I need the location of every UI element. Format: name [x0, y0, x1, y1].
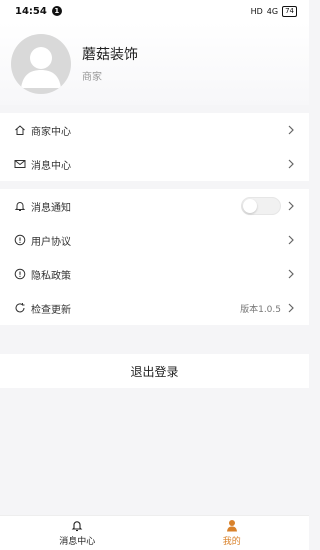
menu-item-label: 消息中心: [31, 160, 71, 172]
bell-icon: [14, 200, 26, 212]
menu-group-settings: 消息通知 用户协议 隐私政策 检查更新 版本1.0.5: [0, 189, 309, 325]
home-icon: [14, 124, 26, 136]
network-type: HD: [250, 6, 263, 16]
mail-icon: [14, 158, 26, 170]
avatar[interactable]: [11, 33, 71, 94]
menu-item-check-update[interactable]: 检查更新 版本1.0.5: [0, 291, 309, 325]
notification-toggle[interactable]: [241, 197, 281, 215]
menu-item-privacy-policy[interactable]: 隐私政策: [0, 257, 309, 291]
profile-header[interactable]: 蘑菇装饰 商家: [0, 22, 309, 105]
person-icon: [21, 46, 61, 88]
status-bar: 14:54 1 HD 4G 74: [0, 0, 309, 22]
person-icon: [226, 519, 238, 532]
menu-item-label: 检查更新: [31, 304, 71, 316]
status-time: 14:54: [15, 5, 47, 17]
menu-item-notifications[interactable]: 消息通知: [0, 189, 309, 223]
chevron-right-icon: [287, 269, 295, 279]
info-circle-icon: [14, 234, 26, 246]
version-label: 版本1.0.5: [240, 304, 281, 315]
tab-label: 我的: [222, 537, 241, 547]
refresh-icon: [14, 302, 26, 314]
bottom-tab-bar: 消息中心 我的: [0, 515, 309, 550]
chevron-right-icon: [287, 235, 295, 245]
chevron-right-icon: [287, 303, 295, 313]
tab-label: 消息中心: [59, 537, 96, 547]
signal-strength: 4G: [266, 6, 279, 16]
profile-name: 蘑菇装饰: [82, 47, 138, 63]
tab-message-center[interactable]: 消息中心: [0, 516, 155, 550]
menu-group-primary: 商家中心 消息中心: [0, 113, 309, 181]
menu-item-label: 消息通知: [31, 202, 71, 214]
tab-mine[interactable]: 我的: [155, 516, 310, 550]
chevron-right-icon: [287, 125, 295, 135]
notification-badge: 1: [51, 6, 62, 16]
menu-item-user-agreement[interactable]: 用户协议: [0, 223, 309, 257]
chevron-right-icon: [287, 201, 295, 211]
info-circle-icon: [14, 268, 26, 280]
bell-icon: [71, 519, 83, 532]
menu-item-label: 隐私政策: [31, 270, 71, 282]
menu-item-label: 用户协议: [31, 236, 71, 248]
chevron-right-icon: [287, 159, 295, 169]
logout-button[interactable]: 退出登录: [0, 354, 309, 388]
battery-icon: 74: [282, 5, 297, 17]
menu-item-merchant-center[interactable]: 商家中心: [0, 113, 309, 147]
profile-role: 商家: [82, 72, 102, 83]
menu-item-label: 商家中心: [31, 126, 71, 138]
menu-item-message-center[interactable]: 消息中心: [0, 147, 309, 181]
